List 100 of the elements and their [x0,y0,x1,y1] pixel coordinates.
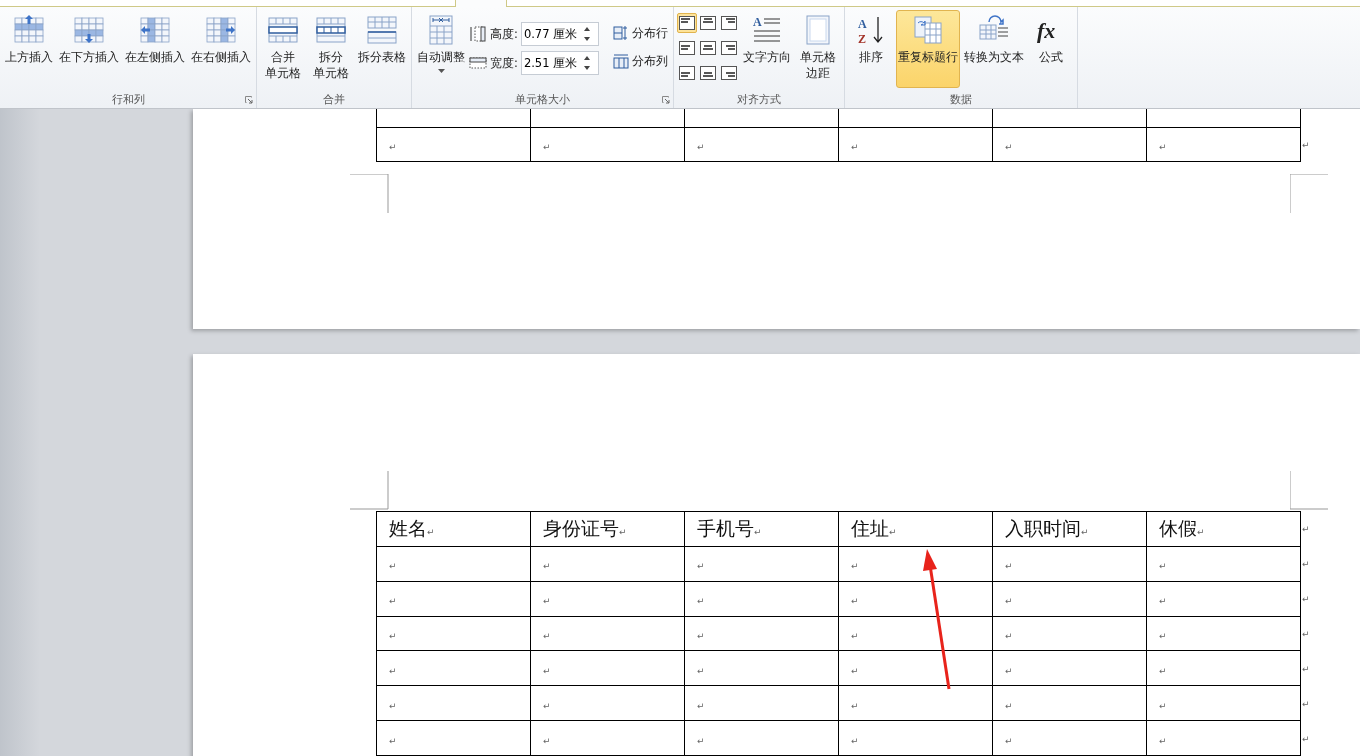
align-cell-button[interactable] [718,38,739,58]
group-label: 行和列 [111,91,145,107]
ribbon-button[interactable]: 拆分表格 [356,10,408,88]
column-header: 入职时间 [1005,516,1081,539]
paragraph-mark: ↵ [1302,628,1310,639]
paragraph-mark: ↵ [389,596,397,607]
align-cell-button[interactable] [676,38,697,58]
paragraph-mark: ↵ [1005,700,1013,711]
paragraph-mark: ↵ [1005,735,1013,746]
paragraph-mark: ↵ [1302,698,1310,709]
formula-icon: fx [1033,13,1068,47]
ribbon-button[interactable]: 上方插入 [3,10,55,88]
ribbon-button[interactable]: 分布行 [610,24,670,42]
ribbon-button[interactable]: 自动调整 [415,10,467,88]
paragraph-mark: ↵ [851,596,859,607]
align-cell-button[interactable] [676,13,697,33]
align-cell-button[interactable] [697,63,718,83]
ribbon-button[interactable]: 在左侧插入 [123,10,187,88]
paragraph-mark: ↵ [851,665,859,676]
paragraph-mark: ↵ [851,630,859,641]
ribbon-button[interactable]: 在右侧插入 [189,10,253,88]
ribbon-button[interactable]: A Z 排序 [847,10,894,88]
paragraph-mark: ↵ [389,735,397,746]
paragraph-mark: ↵ [389,700,397,711]
align-cell-button[interactable] [718,63,739,83]
paragraph-mark: ↵ [697,561,705,572]
spinner-label: 高度: [490,26,518,42]
paragraph-mark: ↵ [697,735,705,746]
spinner-label: 宽度: [490,55,518,71]
paragraph-mark: ↵ [543,700,551,711]
ribbon-button[interactable]: A 文字方向 [740,10,793,88]
paragraph-mark: ↵ [1302,593,1310,604]
paragraph-mark: ↵ [1197,526,1205,537]
paragraph-mark: ↵ [1159,561,1167,572]
paragraph-mark: ↵ [389,142,397,152]
paragraph-mark: ↵ [697,700,705,711]
paragraph-mark: ↵ [543,630,551,641]
paragraph-mark: ↵ [1005,665,1013,676]
split-table-icon [365,13,399,47]
spin-arrows-icon[interactable] [581,25,592,43]
column-header: 手机号 [697,516,754,539]
paragraph-mark: ↵ [389,630,397,641]
group-label: 合并 [323,91,345,107]
dialog-launcher-icon[interactable] [661,96,670,104]
paragraph-mark: ↵ [543,561,551,572]
paragraph-mark: ↵ [427,526,435,537]
row-height-icon [469,26,487,42]
paragraph-mark: ↵ [1159,596,1167,607]
paragraph-mark: ↵ [1005,630,1013,641]
paragraph-mark: ↵ [697,142,705,152]
paragraph-mark: ↵ [1005,142,1013,152]
paragraph-mark: ↵ [543,142,551,152]
ribbon-button[interactable]: fx 公式 [1027,10,1074,88]
ribbon-button[interactable]: 在下方插入 [57,10,121,88]
group-label: 数据 [949,91,972,107]
distribute-rows-icon [612,25,629,41]
distribute-columns-icon [612,53,629,69]
paragraph-mark: ↵ [1005,561,1013,572]
ribbon-button[interactable]: 拆分 单元格 [308,10,354,88]
paragraph-mark: ↵ [1005,596,1013,607]
paragraph-mark: ↵ [543,665,551,676]
paragraph-mark: ↵ [619,526,627,537]
margin-corner-mark [1290,471,1329,511]
paragraph-mark: ↵ [697,630,705,641]
align-cell-button[interactable] [676,63,697,83]
paragraph-mark: ↵ [543,596,551,607]
spin-arrows-icon[interactable] [581,54,592,72]
group-label: 单元格大小 [514,91,570,107]
paragraph-mark: ↵ [1302,139,1310,150]
ribbon-button[interactable]: 转换为文本 [961,10,1026,88]
ribbon-button[interactable]: 单元格 边距 [794,10,841,88]
margin-corner-mark [1290,174,1329,214]
spinner-field[interactable]: 0.77 厘米 [520,22,599,46]
column-header: 姓名 [389,516,427,539]
paragraph-mark: ↵ [697,596,705,607]
paragraph-mark: ↵ [389,665,397,676]
paragraph-mark: ↵ [1159,665,1167,676]
group-label: 对齐方式 [736,91,781,107]
ribbon-button[interactable]: 重复标题行 [895,10,960,88]
column-header: 身份证号 [543,516,619,539]
dialog-launcher-icon[interactable] [245,96,253,104]
paragraph-mark: ↵ [1302,733,1310,744]
align-cell-button[interactable] [697,38,718,58]
paragraph-mark: ↵ [1159,142,1167,152]
align-cell-button[interactable] [697,13,718,33]
paragraph-mark: ↵ [1302,523,1310,534]
paragraph-mark: ↵ [543,735,551,746]
paragraph-mark: ↵ [697,665,705,676]
spinner-field[interactable]: 2.51 厘米 [520,51,599,75]
paragraph-mark: ↵ [1302,663,1310,674]
paragraph-mark: ↵ [389,561,397,572]
align-cell-button[interactable] [718,13,739,33]
ribbon-button[interactable]: 合并 单元格 [260,10,306,88]
ribbon-button[interactable]: 分布列 [610,52,670,70]
margin-corner-mark [350,174,389,214]
paragraph-mark: ↵ [851,735,859,746]
paragraph-mark: ↵ [1159,735,1167,746]
column-header: 休假 [1159,516,1197,539]
paragraph-mark: ↵ [851,700,859,711]
paragraph-mark: ↵ [1081,526,1089,537]
